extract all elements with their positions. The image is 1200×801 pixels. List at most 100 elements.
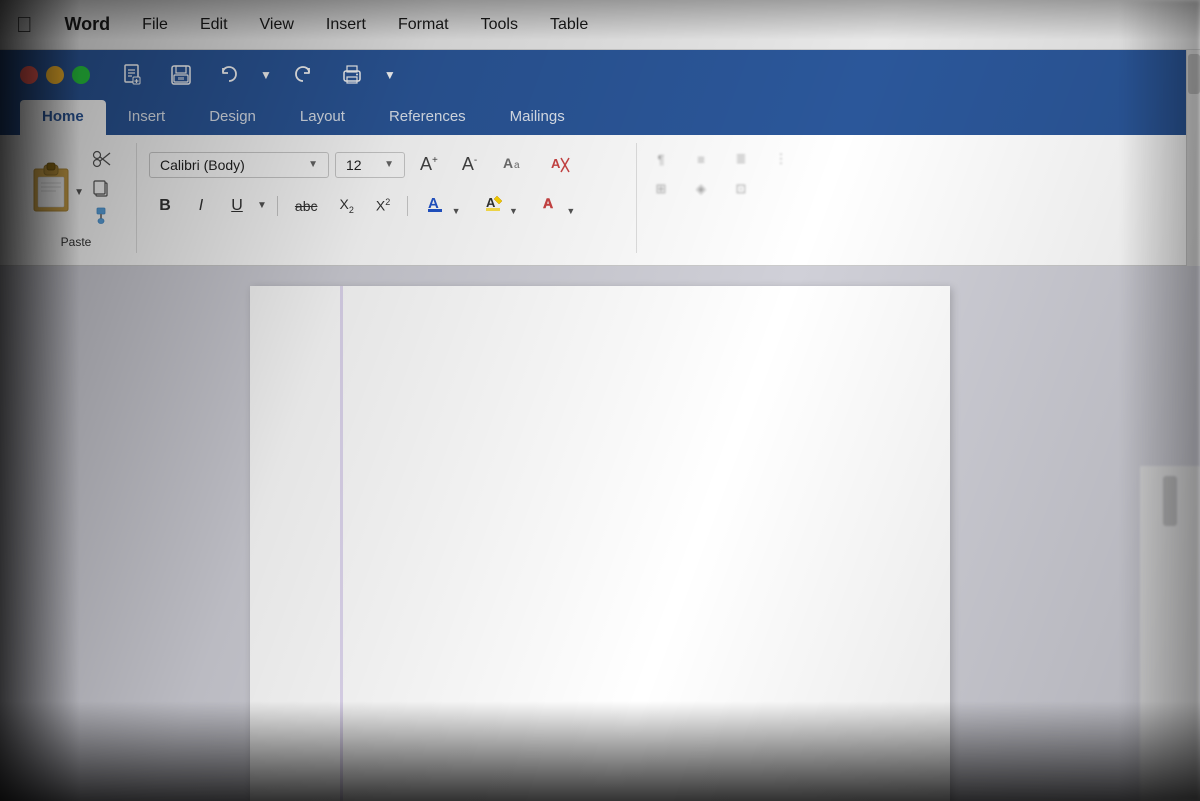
clear-format-button[interactable]: A <box>540 148 580 181</box>
menu-format[interactable]: Format <box>394 14 453 36</box>
font-color-button[interactable]: A ▼ <box>416 188 469 223</box>
underline-button[interactable]: U <box>221 193 253 219</box>
tab-references[interactable]: References <box>367 100 488 135</box>
clipboard-group: ▼ <box>16 143 137 253</box>
tab-insert[interactable]: Insert <box>106 100 188 135</box>
italic-button[interactable]: I <box>185 193 217 219</box>
copy-icon <box>92 179 110 197</box>
right-scrollbar-panel <box>1140 466 1200 801</box>
right-icon-5[interactable]: ⊞ <box>645 177 677 201</box>
right-icon-row-2: ⊞ ◈ ⊡ <box>645 177 797 201</box>
undo-button[interactable] <box>212 60 246 90</box>
font-color-dropdown[interactable]: ▼ <box>452 206 461 216</box>
screen:  Word File Edit View Insert Format Tool… <box>0 0 1200 801</box>
redo-icon <box>292 64 314 86</box>
font-size-selector[interactable]: 12 ▼ <box>335 152 405 178</box>
svg-text:A: A <box>543 195 553 211</box>
undo-icon <box>218 64 240 86</box>
grow-font-button[interactable]: A+ <box>411 150 447 179</box>
cut-button[interactable] <box>88 147 116 171</box>
font-format-row: B I U ▼ abc X2 X2 A <box>149 188 624 223</box>
text-effects-icon: A <box>540 192 562 214</box>
font-size-arrow: ▼ <box>384 159 394 170</box>
text-effects-button[interactable]: A ▼ <box>531 188 584 223</box>
menu-word[interactable]: Word <box>61 12 115 37</box>
close-button[interactable] <box>20 66 38 84</box>
strikethrough-button[interactable]: abc <box>286 194 327 218</box>
change-case-button[interactable]: A a <box>492 147 534 182</box>
font-name-arrow: ▼ <box>308 159 318 170</box>
scrollbar-thumb[interactable] <box>1188 54 1200 94</box>
save-icon <box>170 64 192 86</box>
text-effects-dropdown[interactable]: ▼ <box>566 206 575 216</box>
ribbon-content: ▼ <box>0 135 1200 266</box>
document-margin-line <box>340 286 343 801</box>
menu-view[interactable]: View <box>256 14 298 36</box>
menu-table[interactable]: Table <box>546 14 592 36</box>
svg-text:A: A <box>503 155 513 171</box>
right-icon-2[interactable]: ≡ <box>685 148 717 171</box>
highlight-button[interactable]: A ▼ <box>474 188 527 223</box>
change-case-icon: A a <box>501 151 525 173</box>
print-icon <box>340 63 364 87</box>
redo-button[interactable] <box>286 60 320 90</box>
quick-access-toolbar: ▼ ▼ <box>0 50 1200 100</box>
document-page[interactable] <box>250 286 950 801</box>
underline-dropdown[interactable]: ▼ <box>257 200 267 211</box>
right-icon-3[interactable]: ≣ <box>725 147 757 171</box>
font-group: Calibri (Body) ▼ 12 ▼ A+ A- A <box>137 143 637 253</box>
paste-dropdown-arrow[interactable]: ▼ <box>74 187 84 198</box>
tab-design[interactable]: Design <box>187 100 278 135</box>
font-name-text: Calibri (Body) <box>160 157 300 173</box>
toolbar-dropdown-arrow[interactable]: ▼ <box>384 68 396 82</box>
svg-text:A: A <box>551 156 561 171</box>
menu-tools[interactable]: Tools <box>477 14 522 36</box>
tab-layout[interactable]: Layout <box>278 100 367 135</box>
right-icon-6[interactable]: ◈ <box>685 177 717 201</box>
right-icon-7[interactable]: ⊡ <box>725 177 757 201</box>
print-button[interactable] <box>334 59 370 91</box>
svg-text:A: A <box>486 195 496 210</box>
highlight-icon: A <box>483 192 505 214</box>
font-name-row: Calibri (Body) ▼ 12 ▼ A+ A- A <box>149 147 624 182</box>
bold-button[interactable]: B <box>149 193 181 219</box>
right-icon-4[interactable]: ⋮ <box>765 147 797 171</box>
right-icon-row-1: ¶ ≡ ≣ ⋮ <box>645 147 797 171</box>
menu-edit[interactable]: Edit <box>196 14 232 36</box>
apple-icon[interactable]:  <box>16 12 33 38</box>
copy-button[interactable] <box>88 177 116 199</box>
tab-home[interactable]: Home <box>20 100 106 135</box>
right-scrollbar-thumb[interactable] <box>1163 476 1177 526</box>
new-doc-button[interactable] <box>116 60 150 90</box>
new-doc-icon <box>122 64 144 86</box>
ribbon-tabs: Home Insert Design Layout References Mai… <box>0 100 1200 135</box>
clipboard-icon <box>28 159 74 215</box>
menu-file[interactable]: File <box>138 14 172 36</box>
undo-dropdown-arrow[interactable]: ▼ <box>260 68 272 82</box>
format-painter-button[interactable] <box>88 205 116 227</box>
divider-1 <box>277 196 278 216</box>
tab-mailings[interactable]: Mailings <box>488 100 587 135</box>
paintbrush-icon <box>92 207 110 225</box>
right-icons-group: ¶ ≡ ≣ ⋮ ⊞ ◈ ⊡ <box>637 143 805 253</box>
paste-label: Paste <box>61 235 92 249</box>
menu-insert[interactable]: Insert <box>322 14 370 36</box>
superscript-button[interactable]: X2 <box>367 193 399 218</box>
small-tools-col <box>80 147 124 227</box>
scrollbar-track[interactable] <box>1186 50 1200 266</box>
font-color-A-icon: A <box>425 192 447 214</box>
minimize-button[interactable] <box>46 66 64 84</box>
svg-text:a: a <box>514 160 520 171</box>
shrink-font-button[interactable]: A- <box>453 150 486 179</box>
subscript-button[interactable]: X2 <box>330 192 362 219</box>
maximize-button[interactable] <box>72 66 90 84</box>
save-button[interactable] <box>164 60 198 90</box>
window-controls <box>20 66 90 84</box>
scissors-icon <box>92 149 112 169</box>
highlight-dropdown[interactable]: ▼ <box>509 206 518 216</box>
right-icon-1[interactable]: ¶ <box>645 148 677 171</box>
font-name-selector[interactable]: Calibri (Body) ▼ <box>149 152 329 178</box>
mac-menubar:  Word File Edit View Insert Format Tool… <box>0 0 1200 50</box>
document-area <box>0 266 1200 801</box>
divider-2 <box>407 196 408 216</box>
